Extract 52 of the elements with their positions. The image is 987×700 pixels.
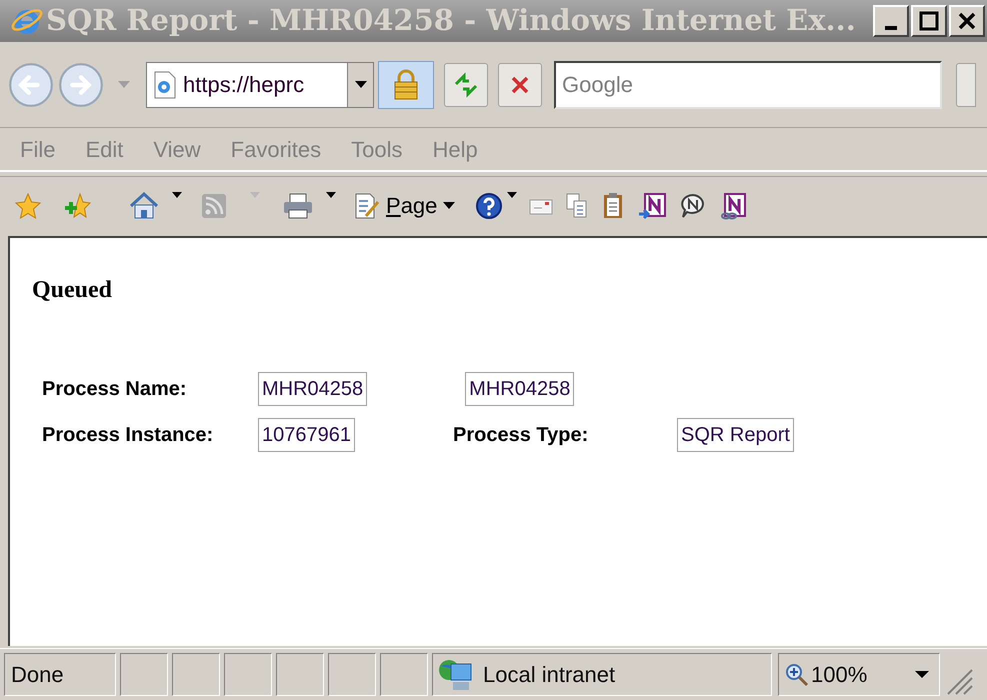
field-label: Process Name: — [42, 378, 187, 400]
status-panel — [328, 653, 376, 696]
zoom-button[interactable]: 100% — [778, 653, 940, 696]
page-button[interactable]: Page — [354, 189, 456, 222]
minimize-button[interactable] — [873, 5, 909, 37]
caret-icon — [354, 80, 366, 88]
menu-item[interactable]: Tools — [351, 132, 403, 166]
menu-item[interactable]: Favorites — [230, 132, 322, 166]
maximize-button[interactable] — [911, 5, 947, 37]
value-field: 10767961 — [258, 418, 355, 452]
value-field: SQR Report — [676, 418, 794, 452]
status-panel — [380, 653, 428, 696]
padlock-icon — [393, 68, 419, 100]
menu-item[interactable]: Edit — [85, 132, 124, 166]
status-heading: Queued — [32, 276, 114, 305]
menu-item[interactable]: File — [20, 132, 56, 166]
copy-icon[interactable] — [565, 192, 590, 220]
address-field[interactable]: https://heprc — [146, 62, 374, 108]
star-icon[interactable] — [14, 192, 42, 220]
address-dropdown-button[interactable] — [347, 62, 373, 106]
magnifier-icon — [785, 662, 809, 686]
menu-item[interactable]: View — [153, 132, 201, 166]
status-panel — [276, 653, 324, 696]
menu-item[interactable]: Help — [432, 132, 478, 166]
refresh-icon — [453, 72, 479, 98]
status-panel — [172, 653, 220, 696]
zone-text: Local intranet — [483, 661, 616, 689]
value-field: MHR04258 — [258, 372, 368, 406]
field-label: Process Type: — [452, 423, 588, 448]
refresh-button[interactable] — [444, 62, 488, 106]
search-field[interactable]: Google — [554, 60, 942, 108]
status-panel — [120, 653, 168, 696]
page-icon — [153, 70, 177, 98]
stop-button[interactable] — [498, 62, 542, 106]
add-star-icon[interactable] — [64, 192, 92, 220]
printer-icon[interactable] — [282, 192, 314, 220]
minimize-icon — [885, 26, 897, 30]
lock-button[interactable] — [378, 60, 434, 108]
status-panel — [224, 653, 272, 696]
caret-icon — [443, 202, 456, 210]
address-value: https://heprc — [183, 71, 304, 99]
maximize-icon — [919, 11, 939, 31]
value-field: MHR04258 — [465, 372, 574, 406]
close-icon — [957, 11, 977, 31]
notebook-icon[interactable] — [637, 192, 668, 220]
home-icon[interactable] — [128, 192, 160, 220]
window-title: SQR Report - MHR04258 - Windows Internet Ex... — [46, 2, 856, 40]
page-edit-icon — [354, 192, 380, 220]
close-button[interactable] — [949, 5, 985, 37]
caret-icon — [915, 670, 929, 678]
field-label: Process Instance: — [42, 424, 214, 446]
status-text: Done — [11, 661, 64, 689]
